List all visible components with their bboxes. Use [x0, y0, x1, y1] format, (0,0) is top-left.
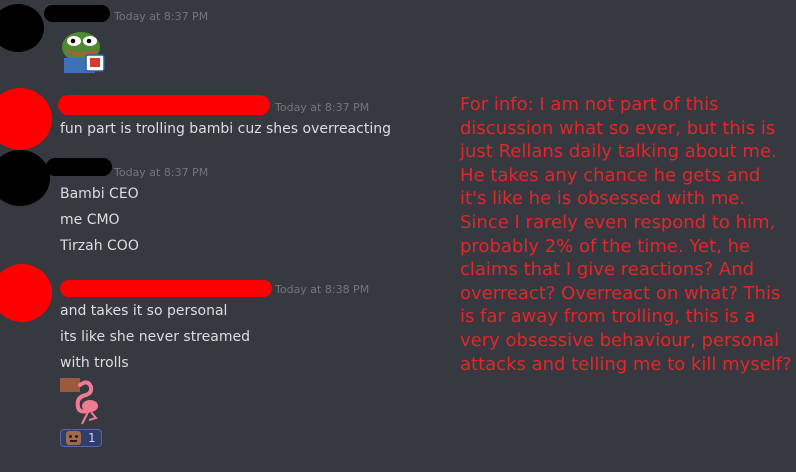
censored-username — [46, 158, 112, 176]
message-text: and takes it so personal — [60, 303, 228, 319]
message-timestamp: Today at 8:37 PM — [114, 10, 209, 23]
message-text: me CMO — [60, 212, 120, 228]
face-emoji-icon — [66, 431, 81, 445]
message-text: Bambi CEO — [60, 186, 139, 202]
censored-avatar — [0, 88, 52, 150]
annotation-note: For info: I am not part of this discussi… — [460, 94, 792, 375]
message-timestamp: Today at 8:38 PM — [275, 283, 370, 296]
flamingo-emote-icon — [60, 378, 98, 425]
message-text: Tirzah COO — [60, 238, 139, 254]
reaction-count: 1 — [88, 431, 96, 445]
censored-username — [44, 5, 110, 22]
pepe-emote-icon — [62, 32, 105, 73]
message-timestamp: Today at 8:37 PM — [114, 166, 209, 179]
message-text: its like she never streamed — [60, 329, 250, 345]
censored-username — [60, 280, 272, 297]
message-timestamp: Today at 8:37 PM — [275, 101, 370, 114]
censored-username — [58, 95, 270, 115]
censored-avatar — [0, 150, 50, 206]
censored-avatar — [0, 4, 44, 52]
censored-avatar — [0, 264, 52, 322]
flamingo-emote — [58, 377, 108, 425]
message-text: fun part is trolling bambi cuz shes over… — [60, 121, 391, 137]
pepe-emote — [59, 27, 109, 73]
message-text: with trolls — [60, 355, 129, 371]
reaction-button[interactable]: 1 — [60, 429, 102, 447]
